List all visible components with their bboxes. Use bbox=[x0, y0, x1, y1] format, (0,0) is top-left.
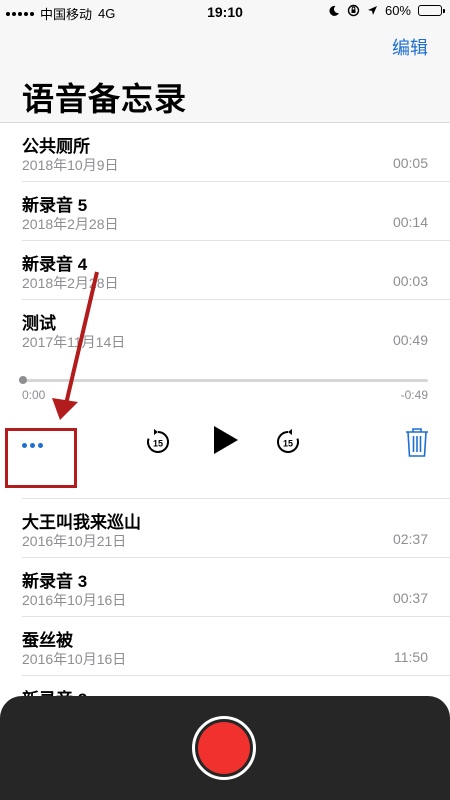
list-item[interactable]: 新录音 4 2018年2月28日 00:03 bbox=[22, 241, 450, 300]
skip-back-15-button[interactable]: 15 bbox=[144, 428, 172, 456]
status-right: 60% bbox=[328, 3, 445, 18]
playback-scrubber[interactable] bbox=[19, 376, 428, 384]
annotation-highlight-box bbox=[5, 428, 77, 488]
page-title: 语音备忘录 bbox=[22, 81, 188, 117]
remaining-time: -0:49 bbox=[400, 388, 428, 402]
skip-forward-label: 15 bbox=[283, 439, 293, 449]
moon-icon bbox=[329, 5, 339, 16]
expanded-recording[interactable]: 测试 2017年11月14日 00:49 0:00 -0:49 15 15 bbox=[19, 300, 450, 499]
skip-back-label: 15 bbox=[153, 439, 163, 449]
recording-date: 2017年11月14日 bbox=[22, 334, 126, 350]
edit-button[interactable]: 编辑 bbox=[392, 34, 428, 60]
recording-name: 测试 bbox=[22, 314, 56, 333]
recording-date: 2018年2月28日 bbox=[22, 216, 119, 232]
recording-name: 大王叫我来巡山 bbox=[22, 513, 141, 532]
play-icon bbox=[214, 426, 238, 454]
recording-duration: 00:49 bbox=[392, 332, 428, 348]
recording-duration: 00:37 bbox=[392, 590, 428, 606]
header: 编辑 语音备忘录 bbox=[0, 26, 450, 123]
list-item[interactable]: 蚕丝被 2016年10月16日 11:50 bbox=[22, 617, 450, 676]
battery-icon bbox=[418, 5, 445, 16]
recording-name: 新录音 4 bbox=[22, 255, 88, 274]
recording-duration: 00:05 bbox=[392, 155, 428, 171]
recording-date: 2018年2月28日 bbox=[22, 275, 119, 291]
recording-name: 公共厕所 bbox=[22, 137, 90, 156]
play-button[interactable] bbox=[208, 422, 242, 458]
list-item[interactable]: 公共厕所 2018年10月9日 00:05 bbox=[22, 123, 450, 182]
list-item[interactable]: 新录音 3 2016年10月16日 00:37 bbox=[22, 558, 450, 617]
elapsed-time: 0:00 bbox=[22, 388, 46, 402]
record-bar bbox=[0, 696, 450, 800]
trash-icon bbox=[406, 428, 428, 457]
skip-forward-15-button[interactable]: 15 bbox=[274, 428, 302, 456]
status-bar: 中国移动 4G 19:10 60% bbox=[0, 0, 450, 26]
recording-name: 蚕丝被 bbox=[22, 631, 73, 650]
recording-date: 2018年10月9日 bbox=[22, 157, 119, 173]
recording-duration: 02:37 bbox=[392, 531, 428, 547]
recording-name: 新录音 3 bbox=[22, 572, 88, 591]
recording-duration: 00:14 bbox=[392, 214, 428, 230]
list-item[interactable]: 大王叫我来巡山 2016年10月21日 02:37 bbox=[22, 499, 450, 558]
recording-date: 2016年10月16日 bbox=[22, 592, 127, 608]
scrubber-knob[interactable] bbox=[19, 376, 27, 384]
recording-date: 2016年10月21日 bbox=[22, 533, 127, 549]
orientation-lock-icon bbox=[347, 4, 360, 17]
location-icon bbox=[367, 6, 377, 15]
delete-button[interactable] bbox=[404, 426, 430, 458]
list-item[interactable]: 新录音 5 2018年2月28日 00:14 bbox=[22, 182, 450, 241]
recording-duration: 00:03 bbox=[392, 273, 428, 289]
record-button[interactable] bbox=[192, 716, 256, 780]
recording-duration: 11:50 bbox=[394, 649, 428, 665]
record-dot-icon bbox=[198, 722, 250, 774]
battery-percent: 60% bbox=[384, 3, 411, 18]
recording-name: 新录音 5 bbox=[22, 196, 88, 215]
recording-date: 2016年10月16日 bbox=[22, 651, 127, 667]
